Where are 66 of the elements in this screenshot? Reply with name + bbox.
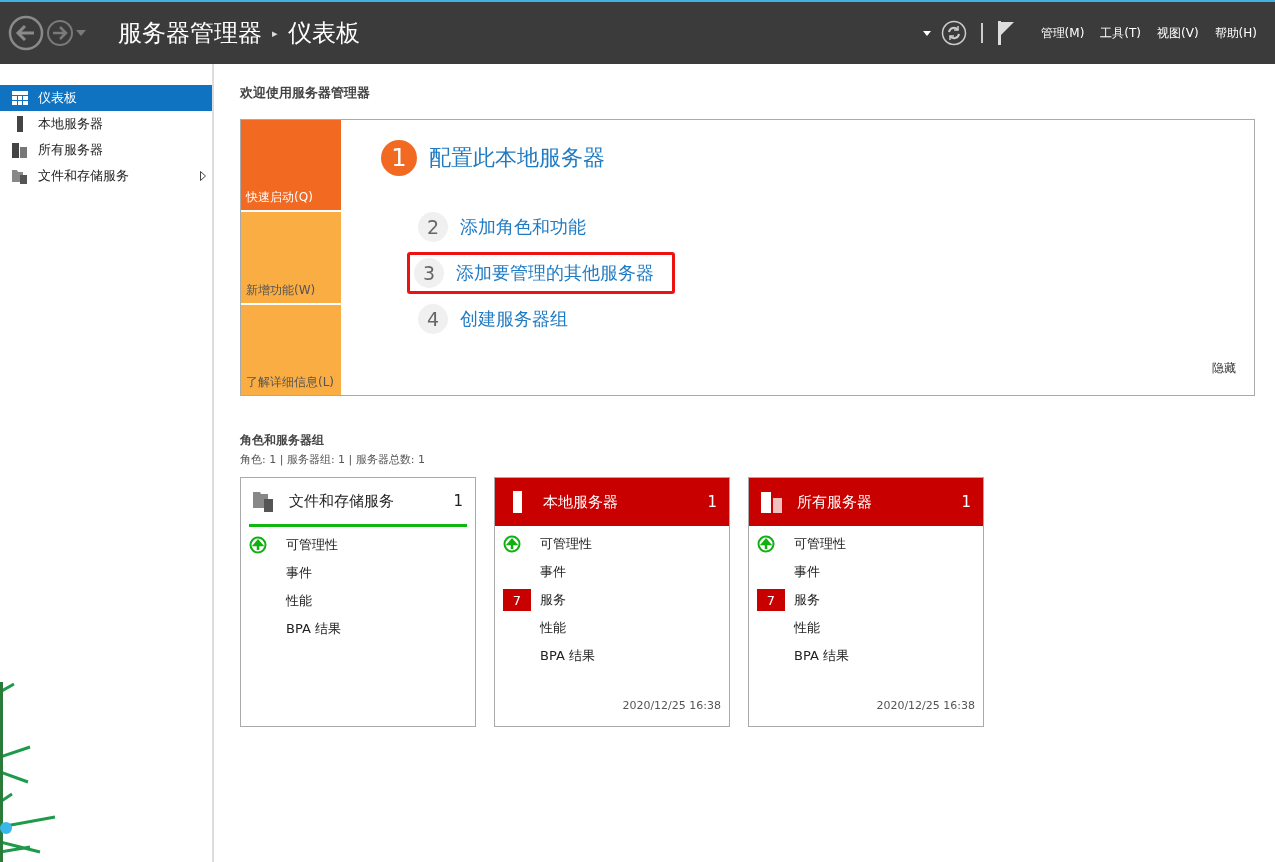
timestamp: 2020/12/25 16:38: [621, 699, 722, 714]
role-card[interactable]: 所有服务器 1 可管理性 事件 7 服务 性能 BPA 结果 2020/12/25 16:38: [748, 477, 984, 727]
folder-icon: [12, 168, 28, 184]
up-arrow-status-icon: [249, 536, 267, 554]
step-number: 2: [418, 212, 448, 242]
card-row-link[interactable]: BPA 结果: [286, 620, 341, 638]
sidebar-item[interactable]: 所有服务器: [0, 137, 212, 163]
summary-text: 角色: 1 | 服务器组: 1 | 服务器总数: 1: [240, 452, 426, 467]
card-row-link[interactable]: 事件: [540, 563, 566, 581]
hide-link[interactable]: 隐藏: [1212, 360, 1236, 377]
forward-icon[interactable]: [46, 19, 74, 47]
step-number: 4: [418, 304, 448, 334]
flag-icon[interactable]: [996, 21, 1015, 45]
menu-item[interactable]: 管理(M): [1040, 24, 1085, 42]
step-link[interactable]: 配置此本地服务器: [429, 143, 605, 173]
up-arrow-status-icon: [757, 535, 775, 553]
card-row-link[interactable]: 可管理性: [794, 535, 846, 553]
quick-start-tile[interactable]: 新增功能(W): [241, 212, 341, 303]
servers-icon: [761, 491, 783, 513]
expand-arrow-icon[interactable]: [200, 171, 206, 181]
timestamp: 2020/12/25 16:38: [875, 699, 976, 714]
role-card[interactable]: 文件和存储服务 1 可管理性 事件 性能 BPA 结果: [240, 477, 476, 727]
step-link[interactable]: 添加角色和功能: [460, 215, 586, 239]
sidebar-item[interactable]: 本地服务器: [0, 111, 212, 137]
card-row-link[interactable]: 性能: [286, 592, 312, 610]
folder-icon: [253, 490, 275, 512]
card-row-link[interactable]: 可管理性: [540, 535, 592, 553]
role-card[interactable]: 本地服务器 1 可管理性 事件 7 服务 性能 BPA 结果 2020/12/25 16:38: [494, 477, 730, 727]
step-number: 3: [414, 258, 444, 288]
section-title: 角色和服务器组: [240, 432, 325, 449]
card-row-link[interactable]: 事件: [794, 563, 820, 581]
alert-count: 7: [503, 589, 531, 611]
card-row-link[interactable]: 服务: [794, 591, 820, 609]
menu-item[interactable]: 帮助(H): [1214, 24, 1257, 42]
grid-icon: [12, 91, 28, 105]
card-row-link[interactable]: 服务: [540, 591, 566, 609]
sidebar-item[interactable]: 仪表板: [0, 85, 212, 111]
card-title: 所有服务器: [797, 492, 873, 512]
card-row-link[interactable]: BPA 结果: [540, 647, 595, 665]
breadcrumb-separator: ▸: [272, 26, 278, 40]
app-title[interactable]: 服务器管理器: [118, 17, 262, 49]
card-row-link[interactable]: 性能: [794, 619, 820, 637]
menu-item[interactable]: 视图(V): [1157, 24, 1199, 42]
step-number: 1: [381, 140, 417, 176]
dropdown-icon[interactable]: [922, 30, 931, 36]
card-row-link[interactable]: 性能: [540, 619, 566, 637]
card-title: 本地服务器: [543, 492, 619, 512]
step-link[interactable]: 添加要管理的其他服务器: [456, 261, 654, 285]
quick-start-tile[interactable]: 了解详细信息(L): [241, 304, 341, 395]
menu-item[interactable]: 工具(T): [1100, 24, 1142, 42]
card-row-link[interactable]: BPA 结果: [794, 647, 849, 665]
card-count: 1: [453, 492, 463, 510]
up-arrow-status-icon: [503, 535, 521, 553]
section-title: 欢迎使用服务器管理器: [240, 84, 371, 102]
card-row-link[interactable]: 事件: [286, 564, 312, 582]
card-count: 1: [961, 493, 971, 511]
card-title: 文件和存储服务: [289, 491, 395, 511]
sidebar-item[interactable]: 文件和存储服务: [0, 163, 212, 189]
servers-icon: [12, 142, 28, 158]
step-link[interactable]: 创建服务器组: [460, 307, 568, 331]
page-title: 仪表板: [287, 18, 360, 49]
card-row-link[interactable]: 可管理性: [286, 536, 338, 554]
refresh-icon[interactable]: [940, 20, 967, 46]
alert-count: 7: [757, 589, 785, 611]
card-count: 1: [707, 493, 717, 511]
back-icon[interactable]: [8, 15, 44, 51]
